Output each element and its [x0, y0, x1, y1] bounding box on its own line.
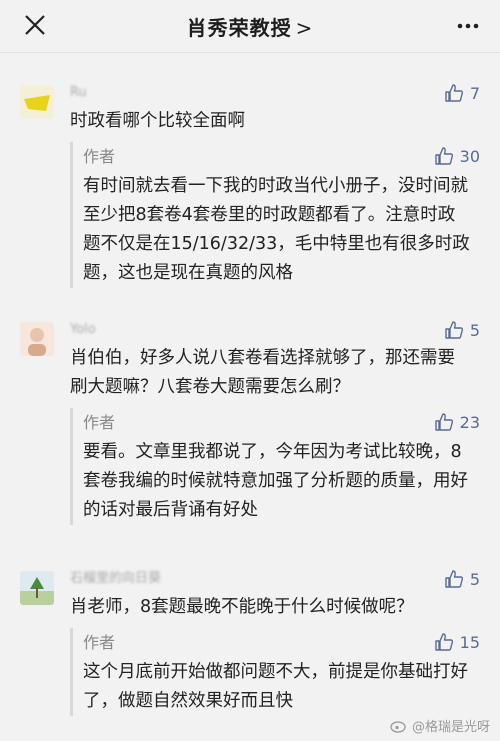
- comment-text: 肖老师，8套题最晚不能晚于什么时候做呢？: [70, 597, 414, 617]
- thumbs-up-icon: [434, 633, 453, 651]
- chevron-right-icon: >: [295, 16, 314, 40]
- like-button[interactable]: 23: [434, 412, 480, 432]
- author-reply: 作者 23 要看。文章里我都说了，今年因为考试比较晚，8套卷我编的时候就特意加强…: [70, 408, 480, 525]
- like-count: 5: [469, 569, 480, 589]
- like-button[interactable]: 30: [434, 146, 480, 166]
- more-icon[interactable]: [456, 14, 480, 38]
- watermark-text: @格瑞是光呀: [411, 720, 490, 735]
- like-count: 5: [469, 320, 480, 340]
- author-label: 作者: [83, 633, 116, 652]
- like-button[interactable]: 5: [444, 569, 480, 589]
- comment-username[interactable]: 石榴里的向日葵: [70, 569, 470, 589]
- thumbs-up-icon: [434, 147, 453, 165]
- like-count: 23: [459, 412, 480, 432]
- reply-text: 有时间就去看一下我的时政当代小册子，没时间就至少把8套卷4套卷里的时政题都看了。…: [83, 176, 470, 283]
- like-button[interactable]: 7: [444, 83, 480, 103]
- reply-text: 要看。文章里我都说了，今年因为考试比较晚，8套卷我编的时候就特意加强了分析题的质…: [83, 442, 468, 520]
- comment: Ru 7 时政看哪个比较全面啊: [0, 83, 500, 136]
- comment-username[interactable]: Ru: [70, 83, 470, 103]
- avatar[interactable]: [20, 571, 54, 605]
- comment-text: 肖伯伯，好多人说八套卷看选择就够了，那还需要刷大题嘛？八套卷大题需要怎么刷？: [70, 348, 455, 397]
- top-bar: 肖秀荣教授 >: [0, 0, 500, 53]
- thumbs-up-icon: [445, 570, 463, 588]
- comment: Yolo 5 肖伯伯，好多人说八套卷看选择就够了，那还需要刷大题嘛？八套卷大题需…: [0, 320, 500, 402]
- like-button[interactable]: 15: [434, 632, 480, 652]
- like-count: 15: [459, 632, 480, 652]
- like-count: 7: [469, 83, 480, 103]
- page-title-text: 肖秀荣教授: [186, 16, 292, 40]
- like-button[interactable]: 5: [444, 320, 480, 340]
- like-count: 30: [459, 146, 480, 166]
- weibo-logo-icon: [390, 720, 406, 733]
- avatar[interactable]: [20, 322, 54, 356]
- author-reply: 作者 30 有时间就去看一下我的时政当代小册子，没时间就至少把8套卷4套卷里的时…: [70, 142, 480, 288]
- thumbs-up-icon: [445, 84, 463, 102]
- thumbs-up-icon: [434, 413, 453, 431]
- avatar[interactable]: [20, 85, 54, 119]
- author-label: 作者: [83, 413, 116, 432]
- comment: 石榴里的向日葵 5 肖老师，8套题最晚不能晚于什么时候做呢？: [0, 569, 500, 622]
- reply-text: 这个月底前开始做都问题不大，前提是你基础打好了，做题自然效果好而且快: [83, 662, 468, 711]
- comment-text: 时政看哪个比较全面啊: [70, 111, 245, 131]
- watermark: @格瑞是光呀: [390, 716, 490, 735]
- thumbs-up-icon: [445, 321, 463, 339]
- author-reply: 作者 15 这个月底前开始做都问题不大，前提是你基础打好了，做题自然效果好而且快: [70, 628, 480, 716]
- author-label: 作者: [83, 147, 116, 166]
- page-title[interactable]: 肖秀荣教授 >: [0, 12, 500, 41]
- comment-username[interactable]: Yolo: [70, 320, 470, 340]
